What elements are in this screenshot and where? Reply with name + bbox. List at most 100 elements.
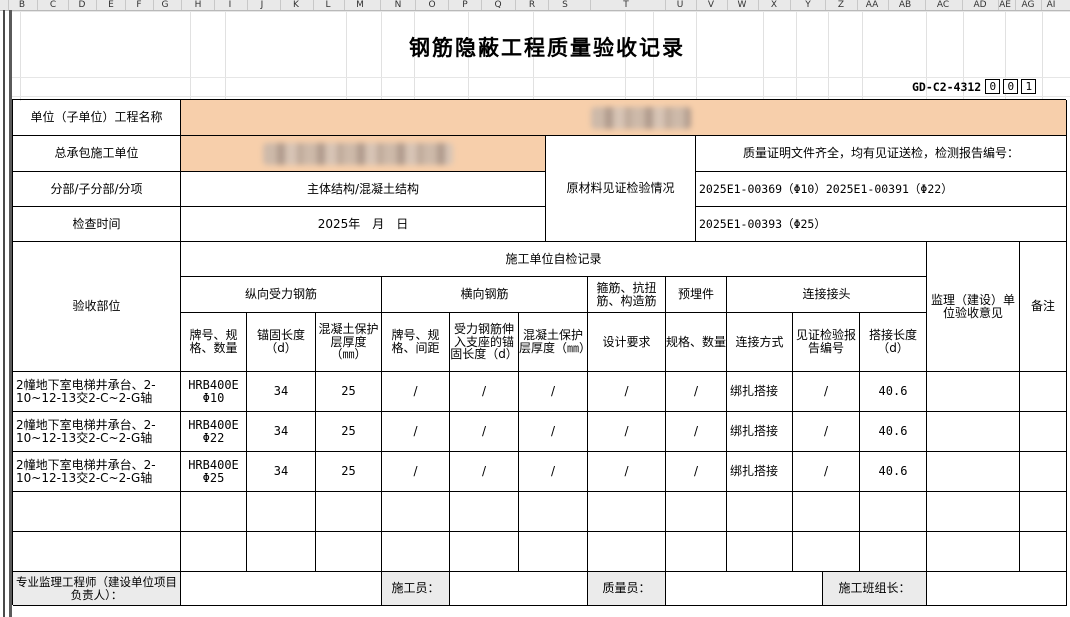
column-letter[interactable]: S (562, 0, 568, 10)
table-cell-cover[interactable]: 25 (316, 412, 382, 452)
table-cell-part[interactable]: 2幢地下室电梯井承台、2-10~12-13交2-C~2-G轴 (13, 372, 181, 412)
code-digit-2[interactable]: 0 (1003, 79, 1019, 94)
table-cell-embedded[interactable] (666, 532, 727, 572)
table-cell-length[interactable]: 40.6 (860, 452, 927, 492)
table-cell-length[interactable]: 40.6 (860, 412, 927, 452)
table-cell-part[interactable] (13, 492, 181, 532)
table-cell-blank[interactable] (927, 372, 1020, 412)
table-cell-grade[interactable] (181, 492, 247, 532)
column-letter[interactable]: I (229, 0, 232, 10)
table-cell-report[interactable]: / (793, 412, 860, 452)
table-cell-part[interactable]: 2幢地下室电梯井承台、2-10~12-13交2-C~2-G轴 (13, 412, 181, 452)
column-letter[interactable]: J (261, 0, 264, 10)
column-letter[interactable]: K (293, 0, 299, 10)
table-cell-cover[interactable]: 25 (316, 372, 382, 412)
column-letter[interactable]: Y (805, 0, 811, 10)
table-cell-method[interactable]: 绑扎搭接 (727, 452, 793, 492)
column-letter[interactable]: AD (973, 0, 986, 10)
table-cell-blank[interactable] (927, 452, 1020, 492)
column-letter[interactable]: Q (494, 0, 501, 10)
check-time-value[interactable]: 2025年 月 日 (181, 207, 546, 242)
column-letter[interactable]: V (708, 0, 714, 10)
column-letter[interactable]: L (325, 0, 330, 10)
table-cell-length[interactable]: 40.6 (860, 372, 927, 412)
column-letter[interactable]: C (50, 0, 56, 10)
contractor-value[interactable] (181, 136, 546, 172)
table-cell-t_grade[interactable]: / (382, 372, 450, 412)
table-cell-blank[interactable] (1020, 532, 1067, 572)
table-cell-t_anchor[interactable] (450, 532, 519, 572)
table-cell-t_cover[interactable]: / (519, 452, 588, 492)
table-cell-stirrup[interactable] (588, 532, 666, 572)
table-cell-method[interactable] (727, 492, 793, 532)
code-digit-1[interactable]: 0 (985, 79, 1001, 94)
column-letter[interactable]: D (79, 0, 86, 10)
division-value[interactable]: 主体结构/混凝土结构 (181, 172, 546, 207)
footer-worker-value[interactable] (450, 572, 588, 606)
table-cell-report[interactable] (793, 532, 860, 572)
project-name-value[interactable] (181, 100, 1067, 136)
table-cell-part[interactable]: 2幢地下室电梯井承台、2-10~12-13交2-C~2-G轴 (13, 452, 181, 492)
table-cell-anchor[interactable]: 34 (247, 412, 316, 452)
table-cell-blank[interactable] (927, 492, 1020, 532)
column-letter[interactable]: P (462, 0, 467, 10)
column-letter[interactable]: M (356, 0, 364, 10)
column-letter[interactable]: N (395, 0, 402, 10)
table-cell-embedded[interactable] (666, 492, 727, 532)
table-cell-t_grade[interactable] (382, 532, 450, 572)
footer-leader-value[interactable] (927, 572, 1067, 606)
table-cell-method[interactable] (727, 532, 793, 572)
column-letter[interactable]: Z (838, 0, 844, 10)
table-cell-embedded[interactable]: / (666, 452, 727, 492)
column-letter[interactable]: U (677, 0, 684, 10)
table-cell-cover[interactable]: 25 (316, 452, 382, 492)
column-letter[interactable]: X (771, 0, 777, 10)
table-cell-t_cover[interactable]: / (519, 372, 588, 412)
table-cell-t_anchor[interactable]: / (450, 372, 519, 412)
table-cell-part[interactable] (13, 532, 181, 572)
table-cell-stirrup[interactable]: / (588, 452, 666, 492)
column-letter[interactable]: B (19, 0, 25, 10)
table-cell-cover[interactable] (316, 532, 382, 572)
table-cell-stirrup[interactable]: / (588, 372, 666, 412)
table-cell-blank[interactable] (927, 532, 1020, 572)
table-cell-report[interactable]: / (793, 452, 860, 492)
table-cell-anchor[interactable] (247, 532, 316, 572)
table-cell-blank[interactable] (1020, 492, 1067, 532)
table-cell-stirrup[interactable] (588, 492, 666, 532)
table-cell-method[interactable]: 绑扎搭接 (727, 412, 793, 452)
column-letter[interactable]: AC (937, 0, 949, 10)
material-line-1[interactable]: 质量证明文件齐全，均有见证送检，检测报告编号： (696, 136, 1067, 172)
material-line-3[interactable]: 2025E1-00393（Φ25） (696, 207, 1067, 242)
table-cell-grade[interactable]: HRB400E Φ22 (181, 412, 247, 452)
column-letter[interactable]: F (136, 0, 141, 10)
column-letter[interactable]: H (195, 0, 202, 10)
table-cell-t_anchor[interactable]: / (450, 452, 519, 492)
table-cell-t_anchor[interactable] (450, 492, 519, 532)
column-letter[interactable]: AB (899, 0, 911, 10)
table-cell-stirrup[interactable]: / (588, 412, 666, 452)
table-cell-t_cover[interactable] (519, 492, 588, 532)
table-cell-blank[interactable] (927, 412, 1020, 452)
column-letter[interactable]: AE (999, 0, 1011, 10)
table-cell-length[interactable] (860, 532, 927, 572)
column-letter[interactable]: AG (1022, 0, 1035, 10)
table-cell-embedded[interactable]: / (666, 412, 727, 452)
column-letter[interactable]: G (162, 0, 169, 10)
column-letter[interactable]: AA (866, 0, 879, 10)
table-cell-blank[interactable] (1020, 372, 1067, 412)
footer-quality-value[interactable] (666, 572, 823, 606)
table-cell-cover[interactable] (316, 492, 382, 532)
column-letter[interactable]: E (108, 0, 114, 10)
table-cell-length[interactable] (860, 492, 927, 532)
table-cell-embedded[interactable]: / (666, 372, 727, 412)
table-cell-method[interactable]: 绑扎搭接 (727, 372, 793, 412)
table-cell-anchor[interactable] (247, 492, 316, 532)
table-cell-grade[interactable] (181, 532, 247, 572)
table-cell-t_grade[interactable] (382, 492, 450, 532)
material-line-2[interactable]: 2025E1-00369（Φ10）2025E1-00391（Φ22） (696, 172, 1067, 207)
column-letter[interactable]: T (623, 0, 629, 10)
table-cell-t_cover[interactable]: / (519, 412, 588, 452)
footer-engineer-value[interactable] (181, 572, 382, 606)
table-cell-t_grade[interactable]: / (382, 452, 450, 492)
